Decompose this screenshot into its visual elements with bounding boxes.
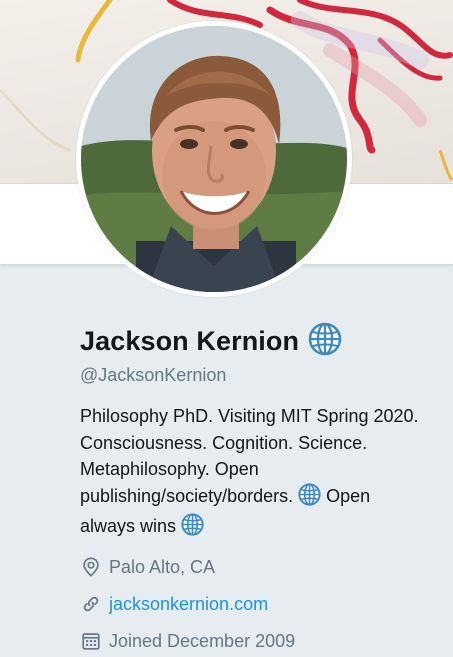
location-text: Palo Alto, CA — [109, 556, 216, 577]
joined-text: Joined December 2009 — [109, 630, 296, 651]
profile-avatar[interactable] — [76, 21, 352, 297]
profile-name-row: Jackson Kernion — [80, 322, 342, 361]
globe-emoji-icon — [298, 482, 321, 514]
profile-bio: Philosophy PhD. Visiting MIT Spring 2020… — [80, 403, 420, 544]
globe-emoji-icon — [181, 513, 204, 544]
profile-name: Jackson Kernion — [80, 326, 300, 356]
location-pin-icon — [80, 556, 102, 578]
profile-website[interactable]: jacksonkernion.com — [80, 593, 268, 615]
website-link[interactable]: jacksonkernion.com — [109, 594, 268, 615]
profile-joined: Joined December 2009 — [80, 630, 295, 652]
profile-handle: @JacksonKernion — [80, 365, 227, 385]
globe-emoji-icon — [308, 322, 342, 361]
calendar-icon — [80, 630, 102, 652]
avatar-photo — [81, 26, 347, 292]
link-icon — [80, 593, 102, 615]
profile-location: Palo Alto, CA — [80, 556, 215, 578]
